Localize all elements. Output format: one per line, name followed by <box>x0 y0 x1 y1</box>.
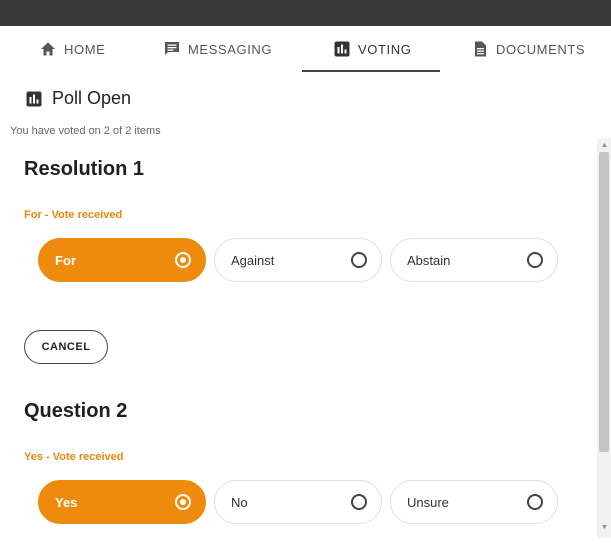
tab-voting[interactable]: VOTING <box>334 26 411 72</box>
poll-status: Poll Open <box>26 88 131 109</box>
tab-documents[interactable]: DOCUMENTS <box>472 26 585 72</box>
scrollbar-thumb[interactable] <box>599 152 609 452</box>
tab-messaging[interactable]: MESSAGING <box>164 26 272 72</box>
option-yes[interactable]: Yes <box>38 480 206 524</box>
scroll-up-icon[interactable]: ▲ <box>601 142 608 150</box>
tab-messaging-label: MESSAGING <box>188 41 273 57</box>
tab-home[interactable]: HOME <box>40 26 105 72</box>
chat-icon <box>165 42 179 55</box>
tab-documents-label: DOCUMENTS <box>496 41 586 57</box>
radio-icon <box>351 252 367 268</box>
option-label: Abstain <box>407 252 451 268</box>
scrollbar[interactable]: ▲ ▼ <box>597 138 611 538</box>
tab-home-label: HOME <box>64 41 106 57</box>
option-label: For <box>55 252 76 268</box>
option-unsure[interactable]: Unsure <box>390 480 558 524</box>
radio-icon <box>527 494 543 510</box>
main-nav: HOME MESSAGING VOTING DOCUMENTS <box>0 26 611 74</box>
poll-icon <box>26 91 42 106</box>
option-label: Unsure <box>407 494 449 510</box>
poll-status-label: Poll Open <box>52 88 132 108</box>
document-icon <box>475 41 486 57</box>
radio-selected-icon <box>175 494 191 510</box>
option-label: Against <box>231 252 275 268</box>
poll-icon <box>334 41 350 57</box>
option-for[interactable]: For <box>38 238 206 282</box>
window-top-bar <box>0 0 611 26</box>
voted-summary: You have voted on 2 of 2 items <box>10 125 161 137</box>
option-abstain[interactable]: Abstain <box>390 238 558 282</box>
tab-voting-label: VOTING <box>358 41 412 57</box>
option-label: Yes <box>55 494 78 510</box>
scroll-down-icon[interactable]: ▼ <box>601 524 608 532</box>
home-icon <box>41 42 55 56</box>
radio-selected-icon <box>175 252 191 268</box>
item-title: Resolution 1 <box>24 158 145 180</box>
vote-status: Yes - Vote received <box>24 451 124 463</box>
vote-status: For - Vote received <box>24 209 123 221</box>
item-title: Question 2 <box>24 400 128 422</box>
radio-icon <box>351 494 367 510</box>
radio-icon <box>527 252 543 268</box>
cancel-button[interactable]: CANCEL <box>24 330 108 364</box>
option-against[interactable]: Against <box>214 238 382 282</box>
option-label: No <box>231 494 248 510</box>
active-tab-indicator <box>302 70 440 72</box>
voting-items-list: Resolution 1 For - Vote received For Aga… <box>8 138 597 545</box>
option-no[interactable]: No <box>214 480 382 524</box>
